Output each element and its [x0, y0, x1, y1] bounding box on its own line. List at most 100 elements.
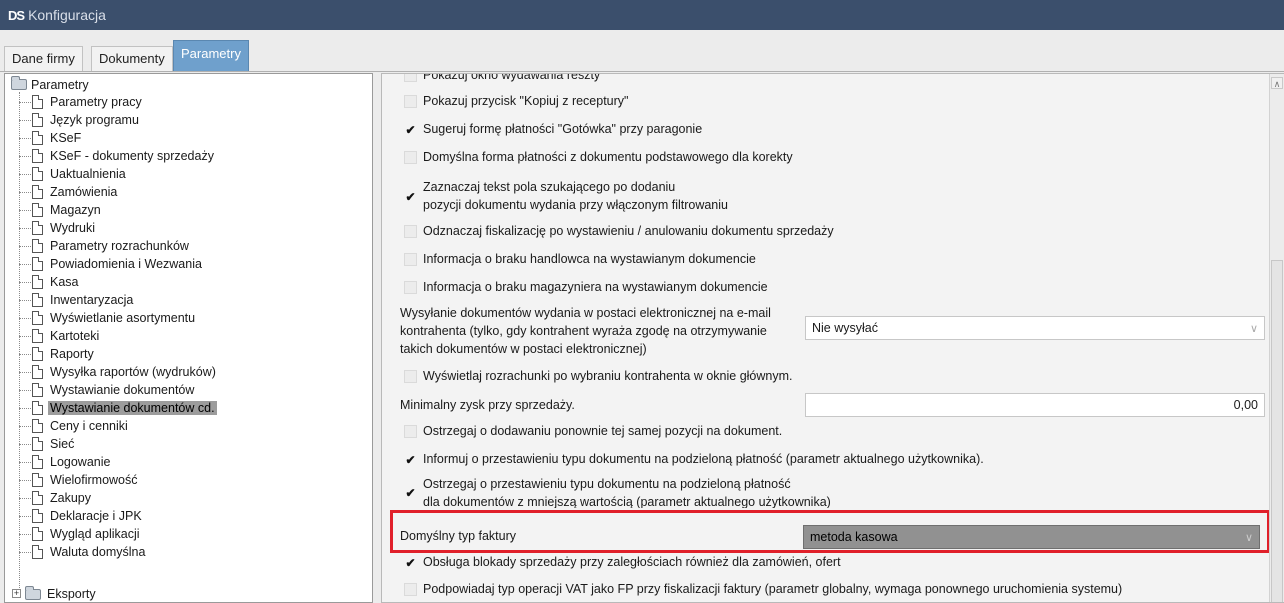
tree-item-label: Sieć — [50, 437, 75, 451]
checkbox[interactable] — [404, 280, 417, 294]
setting-sugeruj-gotowka[interactable]: ✔ Sugeruj formę płatności "Gotówka" przy… — [404, 122, 702, 136]
checkbox[interactable] — [404, 224, 417, 238]
tree-item-label: Język programu — [50, 113, 139, 127]
checkbox[interactable] — [404, 252, 417, 266]
chevron-down-icon: ∨ — [1249, 322, 1258, 335]
setting-forma-korekty[interactable]: Domyślna forma płatności z dokumentu pod… — [404, 150, 793, 164]
checkbox[interactable] — [404, 74, 417, 82]
tree-item-label: Kasa — [50, 275, 79, 289]
tree-item[interactable]: Uaktualnienia — [19, 165, 128, 183]
setting-brak-magazyniera[interactable]: Informacja o braku magazyniera na wystaw… — [404, 280, 768, 294]
checkbox[interactable] — [404, 424, 417, 438]
document-icon — [32, 473, 43, 487]
tree-item[interactable]: Wyświetlanie asortymentu — [19, 309, 197, 327]
setting-ostrzegaj-ponownie[interactable]: Ostrzegaj o dodawaniu ponownie tej samej… — [404, 424, 782, 438]
typ-faktury-select[interactable]: metoda kasowa ∨ — [803, 525, 1260, 549]
tree-item-label: Wydruki — [50, 221, 96, 235]
setting-brak-handlowca[interactable]: Informacja o braku handlowca na wystawia… — [404, 252, 756, 266]
tree-item[interactable]: Wystawianie dokumentów — [19, 381, 196, 399]
tree-item[interactable]: Kasa — [19, 273, 81, 291]
tab-dokumenty[interactable]: Dokumenty — [91, 46, 173, 72]
checkbox-checked[interactable]: ✔ — [404, 556, 417, 569]
select-value: metoda kasowa — [810, 530, 898, 544]
checkbox-checked[interactable]: ✔ — [404, 123, 417, 136]
setting-blokada-sprzedazy[interactable]: ✔ Obsługa blokady sprzedaży przy zaległo… — [404, 555, 840, 569]
setting-rozrachunki[interactable]: Wyświetlaj rozrachunki po wybraniu kontr… — [404, 369, 793, 383]
scroll-up-icon[interactable]: ∧ — [1271, 77, 1283, 89]
tree-item-label: Powiadomienia i Wezwania — [50, 257, 202, 271]
tree-item-label: Zamówienia — [50, 185, 118, 199]
tree-root-eksporty[interactable]: Eksporty — [25, 585, 98, 602]
tab-divider — [0, 71, 1284, 72]
tree-item-label: Parametry rozrachunków — [50, 239, 189, 253]
app-logo: DS — [8, 7, 25, 23]
vertical-scrollbar[interactable]: ∧ — [1269, 74, 1284, 602]
document-icon — [32, 491, 43, 505]
tree-item[interactable]: Kartoteki — [19, 327, 101, 345]
checkbox[interactable] — [404, 582, 417, 596]
checkbox[interactable] — [404, 369, 417, 383]
tab-parametry[interactable]: Parametry — [173, 40, 249, 72]
tree-item[interactable]: Wielofirmowość — [19, 471, 140, 489]
setting-kopiuj-z-receptury[interactable]: Pokazuj przycisk "Kopiuj z receptury" — [404, 94, 628, 108]
tab-strip: Dane firmy Dokumenty Parametry — [0, 34, 1284, 72]
checkbox-checked[interactable]: ✔ — [404, 453, 417, 466]
expand-icon[interactable]: + — [12, 589, 21, 598]
tree-item-selected[interactable]: Wystawianie dokumentów cd. — [19, 399, 217, 417]
tree-item[interactable]: Deklaracje i JPK — [19, 507, 144, 525]
setting-okno-reszty[interactable]: Pokazuj okno wydawania reszty — [404, 74, 600, 82]
min-zysk-input[interactable]: 0,00 — [805, 393, 1265, 417]
document-icon — [32, 203, 43, 217]
checkbox[interactable] — [404, 94, 417, 108]
tree-root-parametry[interactable]: Parametry — [11, 76, 89, 93]
tree-item-label: Inwentaryzacja — [50, 293, 134, 307]
tree-item[interactable]: Waluta domyślna — [19, 543, 147, 561]
setting-label: Podpowiadaj typ operacji VAT jako FP prz… — [423, 582, 1123, 596]
tree-item[interactable]: Wysyłka raportów (wydruków) — [19, 363, 218, 381]
tree-item[interactable]: Parametry pracy — [19, 93, 144, 111]
document-icon — [32, 401, 43, 415]
setting-ostrzegaj-podzielona[interactable]: ✔ Ostrzegaj o przestawieniu typu dokumen… — [404, 477, 830, 508]
tree-item[interactable]: Zamówienia — [19, 183, 119, 201]
tree-item-label: Parametry pracy — [50, 95, 142, 109]
checkbox-checked[interactable]: ✔ — [404, 190, 417, 203]
settings-tree: Parametry Parametry pracy Język programu… — [4, 73, 373, 603]
tree-item-label: Wyświetlanie asortymentu — [50, 311, 196, 325]
document-icon — [32, 347, 43, 361]
setting-label: Wyświetlaj rozrachunki po wybraniu kontr… — [423, 369, 793, 383]
setting-label: Informacja o braku magazyniera na wystaw… — [423, 280, 768, 294]
tree-item[interactable]: Sieć — [19, 435, 76, 453]
tree-item[interactable]: Logowanie — [19, 453, 112, 471]
tree-item[interactable]: Wygląd aplikacji — [19, 525, 142, 543]
setting-typ-operacji-vat[interactable]: Podpowiadaj typ operacji VAT jako FP prz… — [404, 582, 1122, 596]
document-icon — [32, 419, 43, 433]
tree-item[interactable]: Inwentaryzacja — [19, 291, 135, 309]
tree-item[interactable]: Zakupy — [19, 489, 93, 507]
tree-item[interactable]: Parametry rozrachunków — [19, 237, 191, 255]
checkbox-checked[interactable]: ✔ — [404, 486, 417, 499]
document-icon — [32, 383, 43, 397]
chevron-down-icon: ∨ — [1244, 531, 1253, 544]
tree-item[interactable]: Wydruki — [19, 219, 97, 237]
tree-item-label: Wygląd aplikacji — [50, 527, 140, 541]
tree-item[interactable]: Ceny i cenniki — [19, 417, 130, 435]
setting-zaznaczaj-tekst[interactable]: ✔ Zaznaczaj tekst pola szukającego po do… — [404, 178, 728, 214]
tree-item[interactable]: Raporty — [19, 345, 96, 363]
tree-item[interactable]: Magazyn — [19, 201, 103, 219]
settings-panel: Pokazuj okno wydawania reszty Pokazuj pr… — [381, 73, 1284, 603]
document-icon — [32, 221, 43, 235]
scrollbar-thumb[interactable] — [1271, 260, 1283, 602]
tree-item[interactable]: Powiadomienia i Wezwania — [19, 255, 204, 273]
tree-item[interactable]: KSeF - dokumenty sprzedaży — [19, 147, 216, 165]
tab-dane-firmy[interactable]: Dane firmy — [4, 46, 83, 72]
document-icon — [32, 293, 43, 307]
wysylanie-email-select[interactable]: Nie wysyłać ∨ — [805, 316, 1265, 340]
tree-item-label: KSeF - dokumenty sprzedaży — [50, 149, 214, 163]
setting-odznaczaj-fiskalizacje[interactable]: Odznaczaj fiskalizację po wystawieniu / … — [404, 224, 834, 238]
setting-informuj-podzielona[interactable]: ✔ Informuj o przestawieniu typu dokument… — [404, 452, 983, 466]
checkbox[interactable] — [404, 150, 417, 164]
setting-label: Pokazuj przycisk "Kopiuj z receptury" — [423, 94, 629, 108]
document-icon — [32, 275, 43, 289]
tree-item[interactable]: KSeF — [19, 129, 83, 147]
tree-item[interactable]: Język programu — [19, 111, 141, 129]
